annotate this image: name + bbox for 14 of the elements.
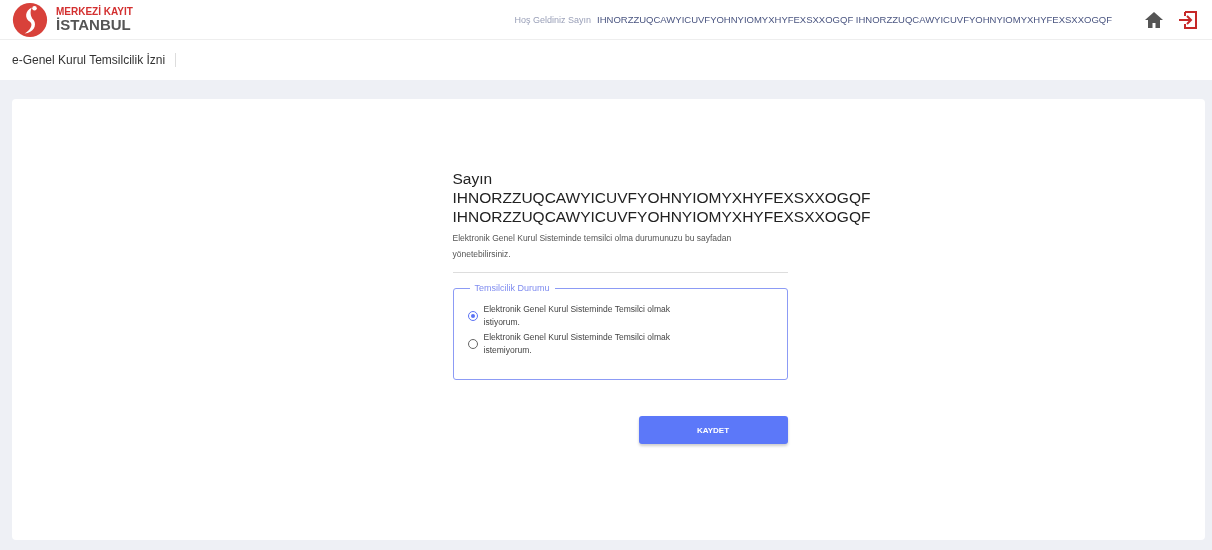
salutation: Sayın — [452, 169, 494, 188]
welcome-label: Hoş Geldiniz Sayın — [514, 14, 591, 25]
group-label: Temsilcilik Durumu — [473, 283, 551, 293]
description-text: Elektronik Genel Kurul Sisteminde temsilci olma durumunuzu bu sayfadan yönetebilirsiniz. — [452, 232, 733, 261]
save-button[interactable]: KAYDET — [638, 416, 788, 444]
radio-option[interactable]: Elektronik Genel Kurul Sisteminde Temsilci olmak istemiyorum. — [467, 331, 773, 357]
logout-icon[interactable] — [1178, 9, 1198, 30]
user-name: IHNORZZUQCAWYICUVFYOHNYIOMYXHYFEXSXXOGQF IHNORZZUQCAWYICUVFYOHNYIOMYXHYFEXSXXOGQF — [597, 14, 1112, 25]
home-icon[interactable] — [1144, 10, 1164, 29]
logo-text: MERKEZİ KAYIT — [56, 7, 133, 17]
page-title: e-Genel Kurul Temsilcilik İzni — [12, 53, 177, 67]
user-name-heading: IHNORZZUQCAWYICUVFYOHNYIOMYXHYFEXSXXOGQF IHNORZZUQCAWYICUVFYOHNYIOMYXHYFEXSXXOGQF — [452, 188, 872, 226]
logo-text: İSTANBUL — [56, 17, 132, 32]
radio-option[interactable]: Elektronik Genel Kurul Sisteminde Temsilci olmak istiyorum. — [467, 303, 773, 329]
